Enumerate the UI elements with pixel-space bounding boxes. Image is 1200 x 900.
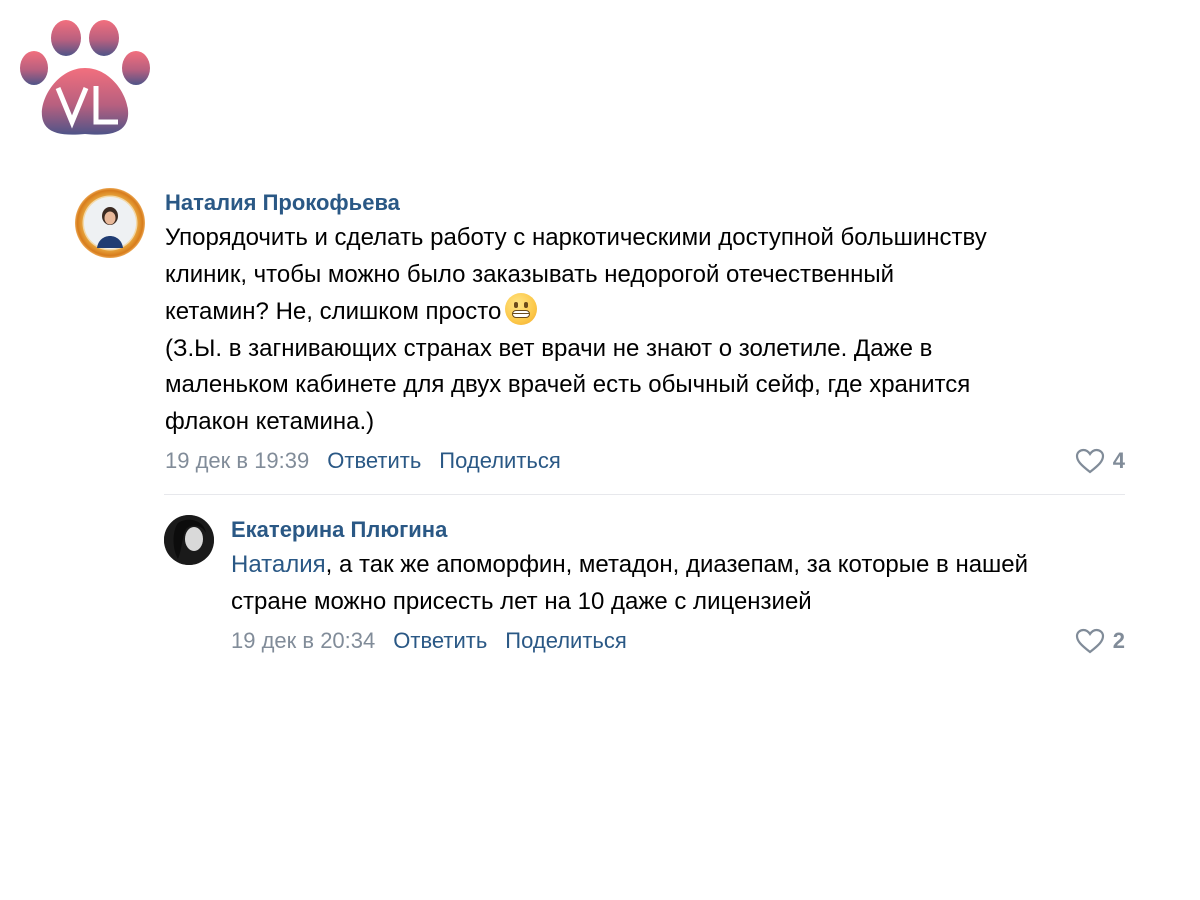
text-line: Упорядочить и сделать работу с наркотиче…: [165, 224, 987, 251]
text-line: клиник, чтобы можно было заказывать недо…: [165, 257, 1125, 294]
divider: [164, 494, 1125, 495]
comment-body: Наталия Прокофьева Упорядочить и сделать…: [165, 188, 1125, 476]
comment-body: Екатерина Плюгина Наталия, а так же апом…: [231, 515, 1125, 656]
mention-link[interactable]: Наталия: [231, 551, 326, 578]
like-count: 2: [1112, 628, 1125, 653]
like-count: 4: [1112, 448, 1125, 473]
share-button[interactable]: Поделиться: [439, 446, 560, 476]
text-line-part: клиник, чтобы можно было заказывать недо…: [165, 260, 894, 288]
comment-author[interactable]: Наталия Прокофьева: [165, 188, 1125, 218]
comment-reply: Екатерина Плюгина Наталия, а так же апом…: [164, 515, 1125, 656]
comment-text: Упорядочить и сделать работу с наркотиче…: [165, 220, 1125, 440]
avatar-photo: [164, 515, 214, 565]
text-line-part: кетамин? Не, слишком просто: [165, 298, 502, 325]
comment-date[interactable]: 19 дек в 20:34: [231, 626, 375, 656]
comment-meta: 19 дек в 19:39 Ответить Поделиться 4: [165, 446, 1125, 476]
reply-button[interactable]: Ответить: [327, 446, 421, 476]
text-line: Наталия, а так же апоморфин, метадон, ди…: [231, 547, 1125, 584]
comment-author[interactable]: Екатерина Плюгина: [231, 515, 1125, 545]
comment-text: Наталия, а так же апоморфин, метадон, ди…: [231, 547, 1125, 620]
comment: Наталия Прокофьева Упорядочить и сделать…: [75, 188, 1125, 476]
comment-meta: 19 дек в 20:34 Ответить Поделиться 2: [231, 626, 1125, 656]
comment-date[interactable]: 19 дек в 19:39: [165, 446, 309, 476]
like-button[interactable]: 2: [1075, 626, 1125, 656]
avatar[interactable]: [75, 188, 145, 258]
text-line: флакон кетамина.): [165, 407, 375, 435]
page: Наталия Прокофьева Упорядочить и сделать…: [0, 0, 1200, 900]
grimacing-face-emoji: [505, 293, 538, 325]
avatar-photo: [84, 197, 136, 249]
text-line-part: , а так же апоморфин, метадон, диазепам,…: [325, 551, 1029, 578]
text-line: (З.Ы. в загнивающих странах вет врачи не…: [165, 334, 933, 362]
text-line: маленьком кабинете для двух врачей есть …: [165, 371, 971, 398]
like-button[interactable]: 4: [1075, 446, 1125, 476]
vl-paw-logo: [20, 20, 150, 135]
reply-button[interactable]: Ответить: [393, 626, 487, 656]
text-line: кетамин? Не, слишком просто: [165, 293, 1125, 331]
share-button[interactable]: Поделиться: [505, 626, 626, 656]
heart-icon: [1075, 628, 1104, 654]
avatar[interactable]: [164, 515, 214, 565]
heart-icon: [1075, 448, 1104, 474]
text-line: стране можно присесть лет на 10 даже с л…: [231, 587, 812, 615]
